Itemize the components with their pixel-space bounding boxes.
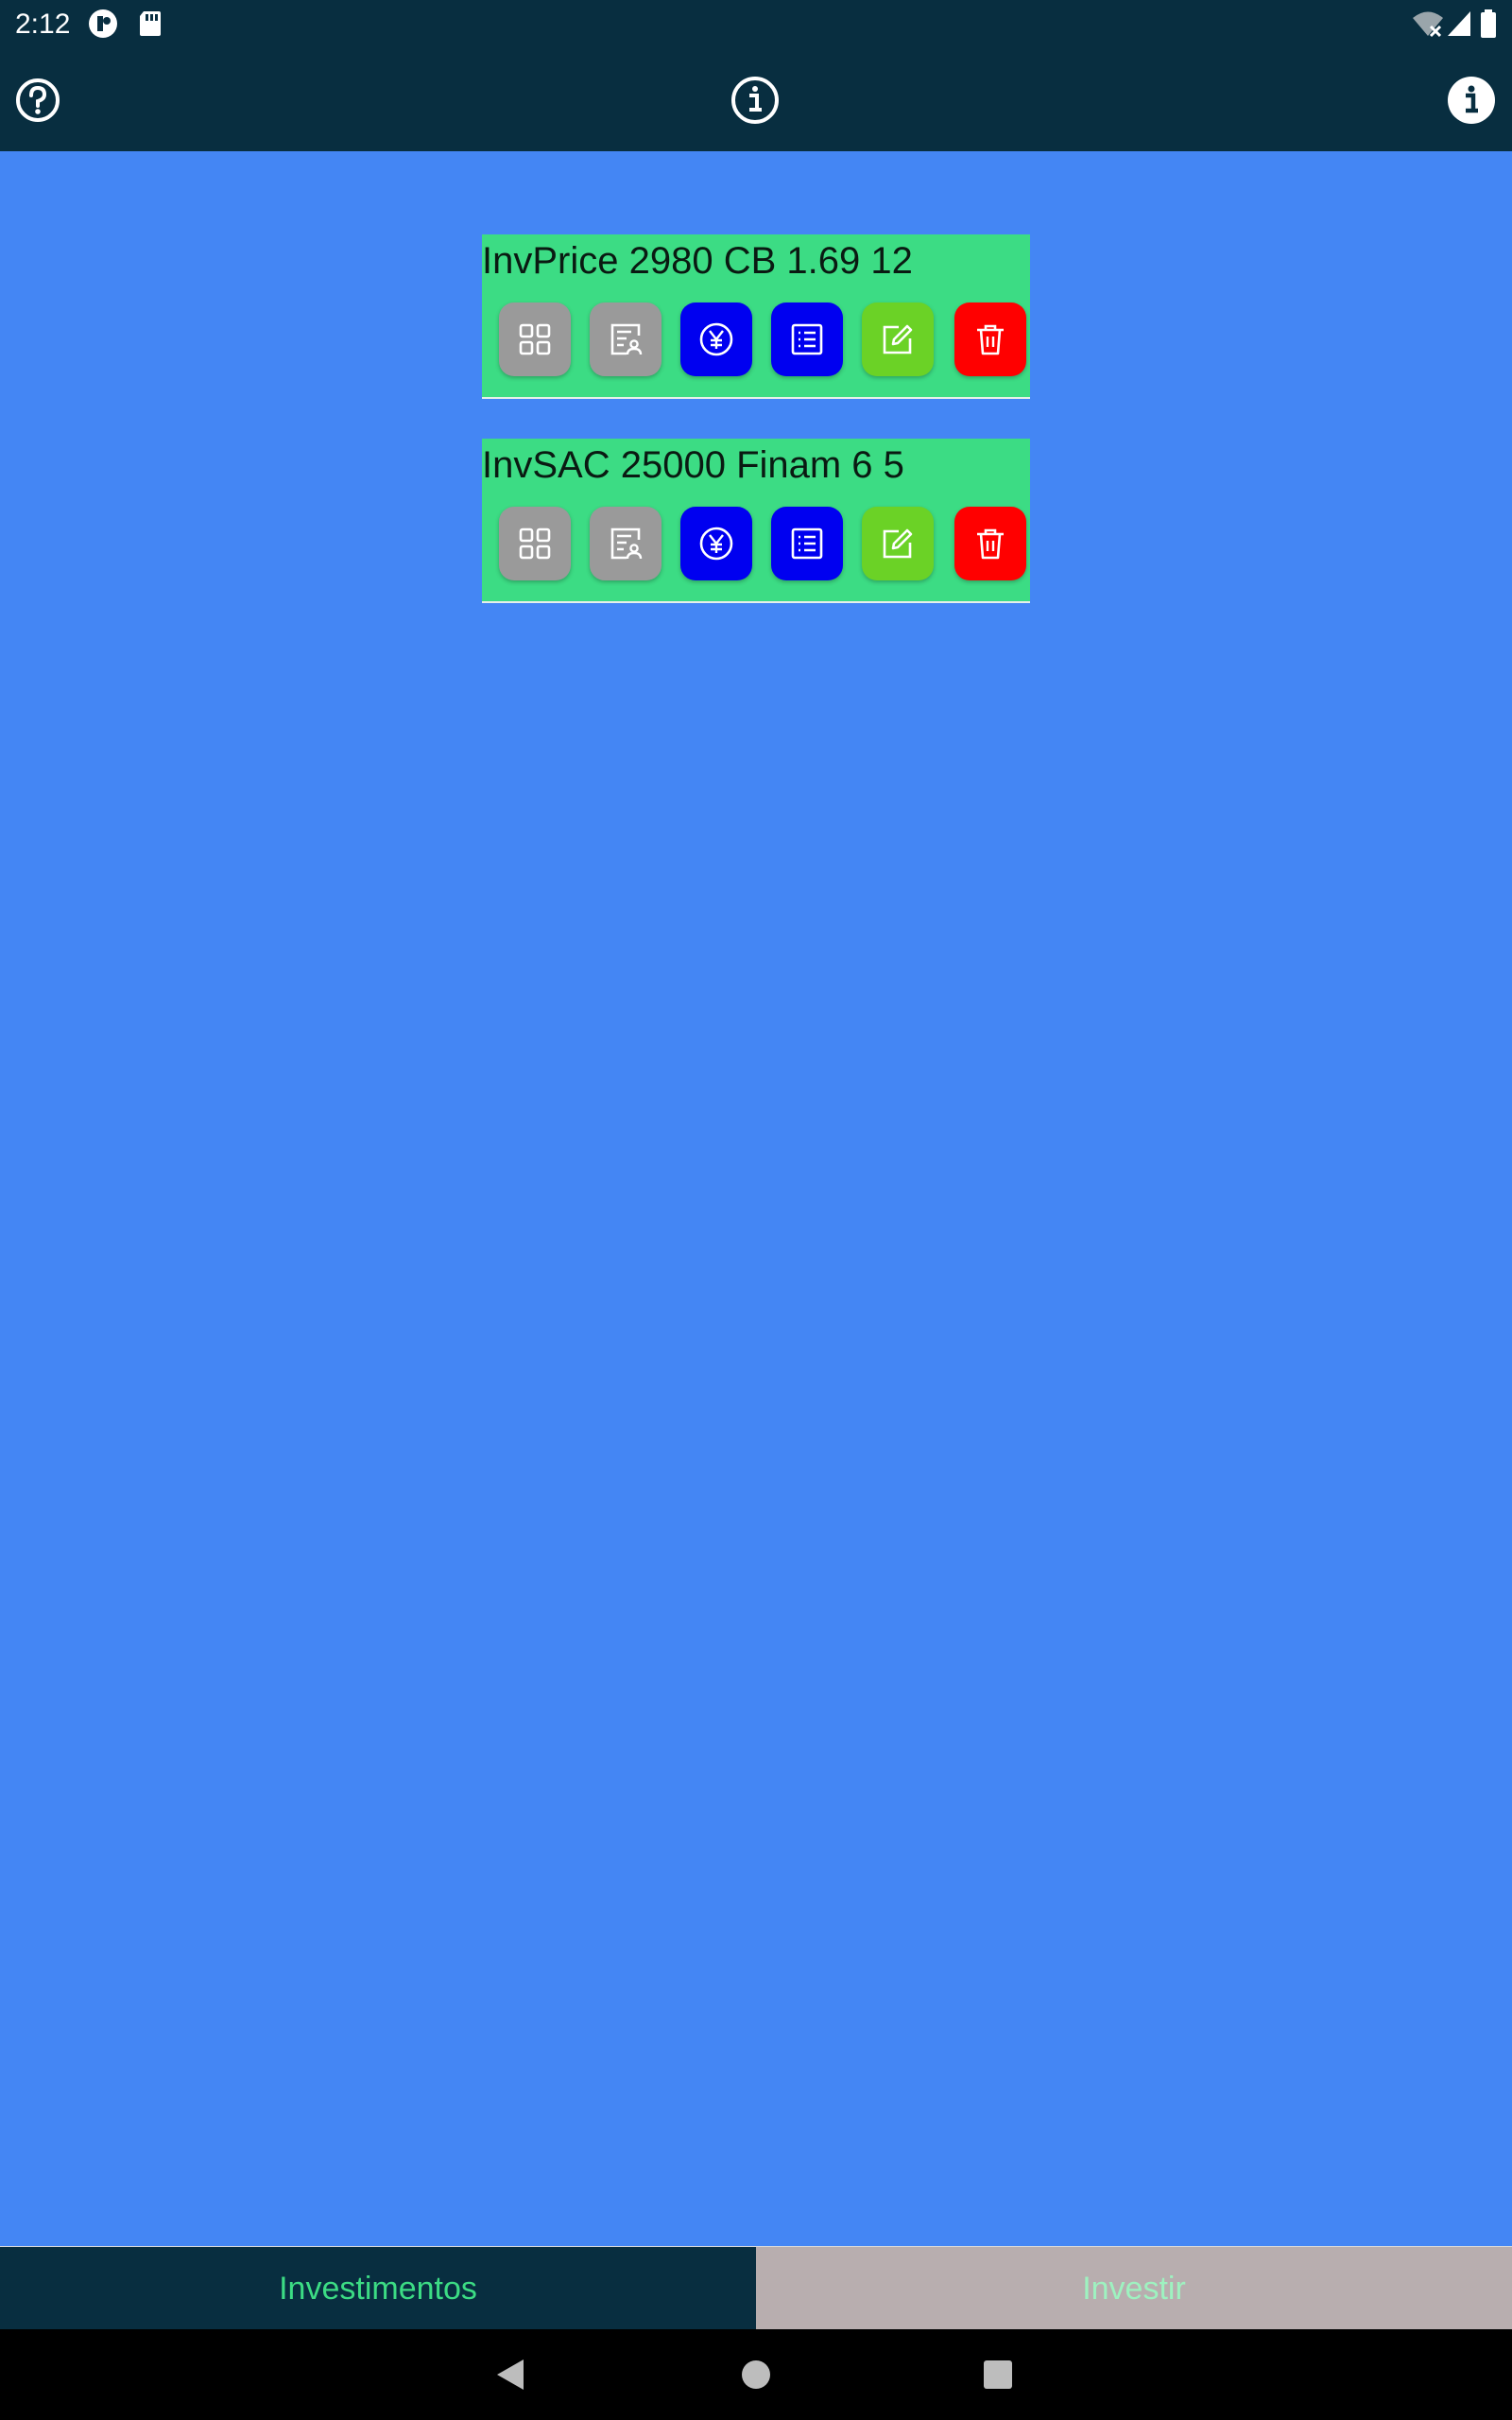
view-grid-button[interactable] [499,507,571,580]
edit-button[interactable] [862,507,934,580]
list-icon [791,527,823,560]
view-grid-button[interactable] [499,302,571,376]
home-icon[interactable] [735,2354,777,2395]
payment-button[interactable] [680,302,752,376]
investment-card: InvSAC 25000 Finam 6 5 [482,439,1030,603]
list-icon [791,323,823,355]
investment-title: InvSAC 25000 Finam 6 5 [482,444,904,486]
trash-icon [977,324,1004,355]
system-nav-bar [0,2329,1512,2420]
info-button[interactable] [1443,72,1500,129]
delete-button[interactable] [954,507,1026,580]
bottom-tab-bar: Investimentos Investir [0,2246,1512,2330]
grid-icon [519,527,551,560]
recents-icon[interactable] [977,2354,1019,2395]
grid-icon [519,323,551,355]
delete-button[interactable] [954,302,1026,376]
tab-investimentos[interactable]: Investimentos [0,2247,756,2330]
profile-card-icon [610,527,643,560]
list-button[interactable] [771,302,843,376]
profile-card-icon [610,323,643,355]
edit-icon [883,528,913,559]
cell-signal-icon [1448,11,1470,36]
edit-icon [883,324,913,354]
about-button[interactable] [727,72,783,129]
tab-investir[interactable]: Investir [756,2247,1512,2330]
investment-list: InvPrice 2980 CB 1.69 12 InvSAC 25000 Fi… [0,151,1512,2246]
details-button[interactable] [590,507,662,580]
app-notification-icon [89,9,117,38]
investment-card: InvPrice 2980 CB 1.69 12 [482,234,1030,399]
status-time: 2:12 [15,9,71,40]
list-button[interactable] [771,507,843,580]
help-button[interactable] [9,72,66,129]
yen-icon [699,322,733,356]
payment-button[interactable] [680,507,752,580]
wifi-off-icon [1413,11,1443,38]
info-filled-icon [1448,77,1495,124]
help-circle-icon [16,78,60,122]
app-bar [0,49,1512,151]
info-outline-icon [731,77,779,124]
back-icon[interactable] [491,2354,533,2395]
edit-button[interactable] [862,302,934,376]
yen-icon [699,527,733,561]
battery-icon [1481,9,1496,38]
trash-icon [977,528,1004,560]
investment-title: InvPrice 2980 CB 1.69 12 [482,240,913,282]
sd-card-icon [140,11,161,36]
status-bar: 2:12 [0,0,1512,49]
details-button[interactable] [590,302,662,376]
